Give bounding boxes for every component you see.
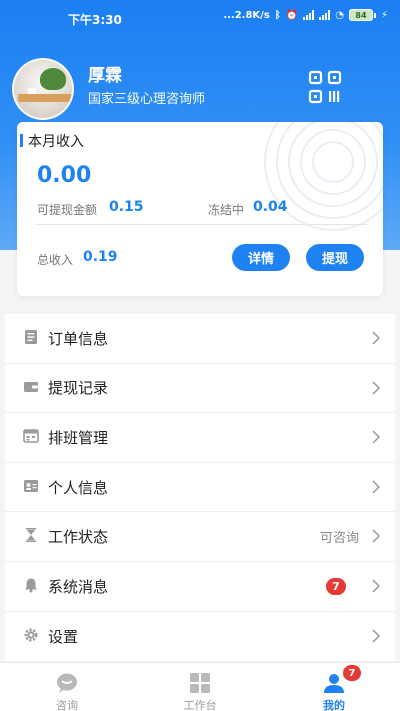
unread-badge: 7	[326, 577, 346, 595]
work-status-value: 可咨询	[319, 531, 359, 547]
alarm-icon: ⏰	[285, 9, 299, 21]
chevron-right-icon	[372, 529, 381, 543]
income-title: 本月收入	[28, 134, 84, 150]
total-income-label: 总收入	[37, 253, 74, 267]
menu-label: 工作状态	[48, 528, 109, 547]
user-icon	[324, 674, 344, 693]
menu-item-orders[interactable]: 订单信息	[5, 314, 395, 364]
charging-icon: ⚡	[380, 9, 388, 21]
status-icons: ...2.8K/s ᛒ ⏰ ◔ 84 ⚡	[223, 9, 388, 21]
monthly-income-amount: 0.00	[37, 163, 92, 188]
tab-workbench[interactable]: 工作台	[150, 663, 250, 711]
gear-icon	[24, 628, 38, 642]
menu-label: 设置	[48, 627, 79, 646]
details-button[interactable]: 详情	[232, 244, 290, 271]
tab-badge: 7	[343, 665, 361, 681]
id-card-icon	[24, 479, 38, 492]
schedule-icon	[23, 429, 39, 443]
total-income-value: 0.19	[83, 249, 118, 265]
withdraw-button[interactable]: 提现	[306, 244, 364, 271]
menu-item-system-messages[interactable]: 系统消息 7	[5, 562, 395, 612]
net-speed: ...2.8K/s	[223, 9, 270, 21]
tab-label: 咨询	[56, 699, 78, 711]
hourglass-icon	[26, 528, 36, 543]
frozen-value: 0.04	[253, 199, 288, 215]
my-profile-page: 下午3:30 ...2.8K/s ᛒ ⏰ ◔ 84 ⚡ 厚霖 国家三级心理咨询师	[0, 0, 400, 711]
menu-item-settings[interactable]: 设置	[5, 612, 395, 662]
order-list-icon	[25, 330, 37, 344]
wallet-icon	[24, 381, 38, 392]
menu-label: 系统消息	[48, 577, 109, 596]
user-title: 国家三级心理咨询师	[88, 92, 206, 107]
withdrawable-label: 可提现金额	[37, 203, 98, 217]
menu-label: 排班管理	[48, 428, 109, 447]
bell-icon	[25, 578, 37, 593]
withdrawable-value: 0.15	[109, 199, 144, 215]
grid-dashboard-icon	[190, 673, 210, 693]
menu-item-personal-info[interactable]: 个人信息	[5, 463, 395, 513]
card-divider	[37, 224, 367, 225]
chevron-right-icon	[372, 331, 381, 345]
bluetooth-icon: ᛒ	[274, 9, 281, 21]
wifi-icon: ◔	[335, 9, 344, 21]
status-time: 下午3:30	[68, 13, 122, 27]
qr-code-icon[interactable]	[308, 70, 342, 104]
tab-consult[interactable]: 咨询	[17, 663, 117, 711]
menu-item-withdraw-records[interactable]: 提现记录	[5, 364, 395, 414]
chat-bubble-icon	[57, 673, 77, 693]
tab-label: 工作台	[183, 699, 217, 711]
menu-list: 订单信息 提现记录 排班管理 个人信息 工作状态 可咨询 系统消息 7 设置	[5, 314, 395, 662]
battery-level: 84	[348, 9, 373, 21]
battery-icon: 84	[348, 9, 376, 21]
chevron-right-icon	[372, 579, 381, 593]
tab-mine[interactable]: 7 我的	[284, 663, 384, 711]
menu-item-schedule[interactable]: 排班管理	[5, 413, 395, 463]
menu-label: 个人信息	[48, 478, 109, 497]
chevron-right-icon	[372, 381, 381, 395]
menu-item-work-status[interactable]: 工作状态 可咨询	[5, 512, 395, 562]
chevron-right-icon	[372, 629, 381, 643]
menu-label: 订单信息	[48, 329, 109, 348]
bottom-tab-bar: 咨询 工作台 7 我的	[0, 662, 400, 711]
chevron-right-icon	[372, 430, 381, 444]
signal-icon	[319, 10, 331, 20]
user-name: 厚霖	[88, 66, 122, 86]
frozen-label: 冻结中	[208, 203, 245, 217]
signal-icon	[303, 10, 315, 20]
chevron-right-icon	[372, 480, 381, 494]
card-title-accent	[20, 134, 23, 147]
tab-label: 我的	[323, 699, 345, 711]
avatar[interactable]	[12, 58, 74, 120]
menu-label: 提现记录	[48, 379, 109, 398]
status-bar: 下午3:30 ...2.8K/s ᛒ ⏰ ◔ 84 ⚡	[0, 0, 400, 36]
